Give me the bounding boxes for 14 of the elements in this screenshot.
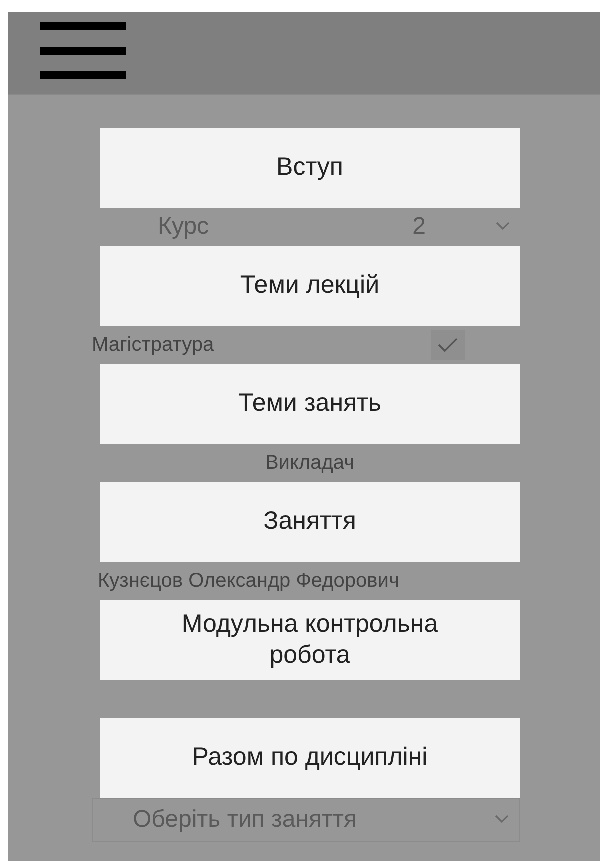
masters-checkbox[interactable] — [438, 338, 458, 352]
menu-button[interactable]: Модульна контрольна робота — [100, 600, 520, 680]
teacher-label: Викладач — [265, 451, 355, 476]
menu-button[interactable]: Разом по дисципліні — [100, 718, 520, 798]
masters-label: Магістратура — [92, 333, 214, 358]
menu-icon[interactable] — [40, 22, 126, 79]
teacher-name: Кузнєцов Олександр Федорович — [98, 569, 400, 594]
chevron-down-icon — [496, 222, 510, 232]
menu-button[interactable]: Заняття — [100, 482, 520, 562]
course-label: Курс — [158, 212, 210, 242]
menu-button[interactable]: Вступ — [100, 128, 520, 208]
menu-button[interactable]: Теми лекцій — [100, 246, 520, 326]
chevron-down-icon — [495, 815, 509, 824]
menu-button[interactable]: Теми занять — [100, 364, 520, 444]
